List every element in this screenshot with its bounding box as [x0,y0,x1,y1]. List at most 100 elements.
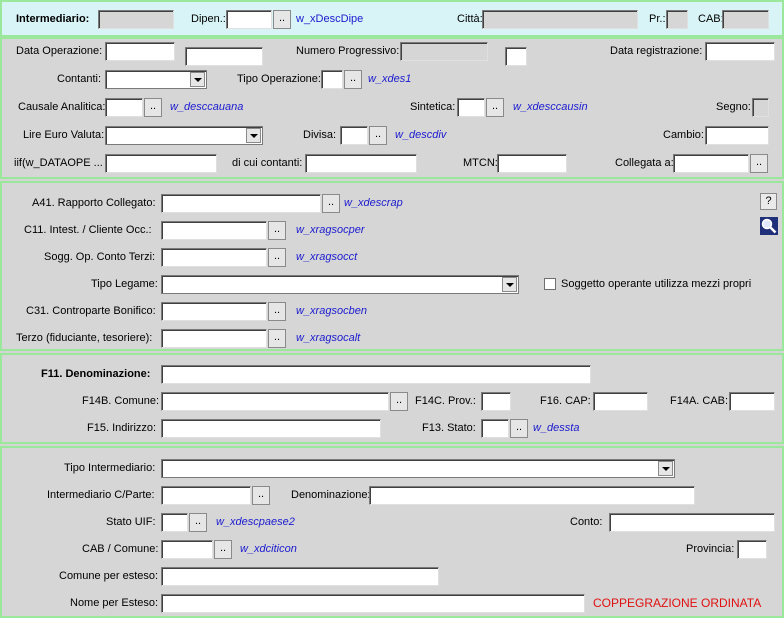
soggetto-operante-label: Soggetto operante utilizza mezzi propri [561,278,752,290]
stato-uif-label: Stato UIF: [106,516,156,528]
terzo-desc: w_xragsocalt [296,332,361,344]
sintetica-zoom-button[interactable]: .. [486,98,504,117]
tipo-operazione-desc: w_xdes1 [368,73,412,85]
mtcn-field[interactable] [497,154,567,173]
f13-field[interactable] [481,419,509,438]
cab-comune-field[interactable] [161,540,213,559]
segno-field[interactable] [752,98,769,117]
f14a-field[interactable] [729,392,775,411]
sintetica-field[interactable] [457,98,485,117]
iif-label: iif(w_DATAOPE ... [14,157,103,169]
f16-label: F16. CAP: [540,395,591,407]
cab-comune-zoom-button[interactable]: .. [214,540,232,559]
f14a-label: F14A. CAB: [670,395,729,407]
f11-label: F11. Denominazione: [41,368,151,380]
help-button[interactable]: ? [760,193,777,210]
conto-label: Conto: [570,516,603,528]
data-registrazione-field[interactable] [705,42,775,61]
iif-field[interactable] [105,154,217,173]
c11-label: C11. Intest. / Cliente Occ.: [24,224,152,236]
f11-field[interactable] [161,365,591,384]
terzo-label: Terzo (fiduciante, tesoriere): [16,332,153,344]
collegata-a-zoom-button[interactable]: .. [750,154,768,173]
f14b-zoom-button[interactable]: .. [390,392,408,411]
cab-field[interactable] [722,10,769,29]
dipen-field[interactable] [226,10,272,29]
f14c-field[interactable] [481,392,511,411]
c31-desc: w_xragsocben [296,305,367,317]
contanti-label: Contanti: [57,73,102,85]
citta-field[interactable] [482,10,638,29]
f13-zoom-button[interactable]: .. [510,419,528,438]
f14b-field[interactable] [161,392,389,411]
lire-euro-valuta-select[interactable] [105,126,263,145]
data-operazione-field[interactable] [105,42,175,61]
sogg-op-zoom-button[interactable]: .. [268,248,286,267]
dipen-desc: w_xDescDipe [296,13,364,25]
a41-zoom-button[interactable]: .. [322,194,340,213]
sintetica-desc: w_xdesccausin [513,101,588,113]
pr-label: Pr.: [649,13,666,25]
soggetto-operante-checkbox[interactable] [544,278,556,290]
intermediario-cparte-zoom-button[interactable]: .. [252,486,270,505]
conto-field[interactable] [609,513,775,532]
stato-uif-zoom-button[interactable]: .. [189,513,207,532]
tipo-operazione-field[interactable] [321,70,343,89]
causale-analitica-desc: w_desccauana [170,101,244,113]
tipo-intermediario-label: Tipo Intermediario: [64,462,156,474]
c11-zoom-button[interactable]: .. [268,221,286,240]
terzo-field[interactable] [161,329,267,348]
dipen-zoom-button[interactable]: .. [273,10,291,29]
search-icon[interactable] [760,217,778,235]
pr-field[interactable] [666,10,688,29]
nome-esteso-field[interactable] [161,594,585,613]
divisa-zoom-button[interactable]: .. [369,126,387,145]
tipo-operazione-zoom-button[interactable]: .. [344,70,362,89]
data-operazione-2-field[interactable] [185,47,263,66]
numero-progressivo-field[interactable] [400,42,488,61]
denominazione-field[interactable] [369,486,695,505]
lire-euro-valuta-label: Lire Euro Valuta: [23,129,105,141]
terzo-zoom-button[interactable]: .. [268,329,286,348]
provincia-field[interactable] [737,540,767,559]
f13-desc: w_dessta [533,422,580,434]
causale-analitica-zoom-button[interactable]: .. [144,98,162,117]
tipo-intermediario-select[interactable] [161,459,675,478]
numero-progressivo-2-field[interactable] [505,47,527,66]
cambio-field[interactable] [705,126,769,145]
divisa-label: Divisa: [303,129,337,141]
mtcn-label: MTCN: [463,157,498,169]
operazione-status-text: COPPEGRAZIONE ORDINATA [593,596,762,610]
c31-field[interactable] [161,302,267,321]
chevron-down-icon[interactable] [190,72,205,87]
contanti-select[interactable] [105,70,207,89]
di-cui-contanti-field[interactable] [305,154,417,173]
f14c-label: F14C. Prov.: [415,395,476,407]
f15-field[interactable] [161,419,381,438]
causale-analitica-label: Causale Analitica: [18,101,106,113]
collegata-a-field[interactable] [673,154,749,173]
chevron-down-icon[interactable] [658,461,673,476]
intermediario-field[interactable] [98,10,174,29]
beneficiario-panel: F11. Denominazione: F14B. Comune: .. F14… [0,353,784,444]
divisa-field[interactable] [340,126,368,145]
intermediario-cparte-field[interactable] [161,486,251,505]
cambio-label: Cambio: [663,129,704,141]
a41-field[interactable] [161,194,321,213]
sintetica-label: Sintetica: [410,101,456,113]
stato-uif-field[interactable] [161,513,188,532]
sogg-op-label: Sogg. Op. Conto Terzi: [44,251,156,263]
operazione-panel: Data Operazione: Numero Progressivo: Dat… [0,37,784,179]
tipo-legame-select[interactable] [161,275,519,294]
a41-desc: w_xdescrap [344,197,403,209]
chevron-down-icon[interactable] [502,277,517,292]
f16-field[interactable] [593,392,648,411]
c11-field[interactable] [161,221,267,240]
comune-esteso-field[interactable] [161,567,439,586]
numero-progressivo-label: Numero Progressivo: [296,45,400,57]
c31-label: C31. Controparte Bonifico: [26,305,156,317]
causale-analitica-field[interactable] [105,98,143,117]
sogg-op-field[interactable] [161,248,267,267]
chevron-down-icon[interactable] [246,128,261,143]
c31-zoom-button[interactable]: .. [268,302,286,321]
